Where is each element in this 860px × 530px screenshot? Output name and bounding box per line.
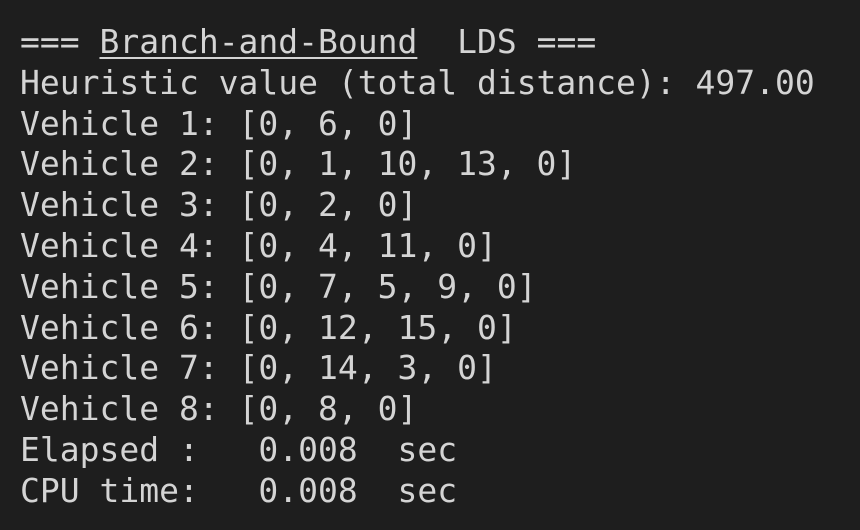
vehicle-route-line: Vehicle 3: [0, 2, 0] [20,185,418,225]
vehicle-route-line: Vehicle 7: [0, 14, 3, 0] [20,348,497,388]
terminal-output: === Branch-and-Bound LDS === Heuristic v… [0,0,860,530]
algorithm-title: Branch-and-Bound [99,22,418,61]
vehicle-route-line: Vehicle 5: [0, 7, 5, 9, 0] [20,266,537,306]
elapsed-time-line: Elapsed : 0.008 sec [20,429,458,469]
heuristic-value-line: Heuristic value (total distance): 497.00 [20,62,815,102]
vehicle-route-line: Vehicle 1: [0, 6, 0] [20,103,418,143]
vehicle-route-line: Vehicle 8: [0, 8, 0] [20,389,418,429]
cpu-time-line: CPU time: 0.008 sec [20,470,458,510]
vehicle-route-line: Vehicle 6: [0, 12, 15, 0] [20,307,517,347]
header-prefix: === [20,22,100,61]
vehicle-route-line: Vehicle 2: [0, 1, 10, 13, 0] [20,144,577,184]
vehicle-route-line: Vehicle 4: [0, 4, 11, 0] [20,225,497,265]
header-line: === Branch-and-Bound LDS === [20,22,860,63]
header-suffix: LDS === [417,22,597,61]
